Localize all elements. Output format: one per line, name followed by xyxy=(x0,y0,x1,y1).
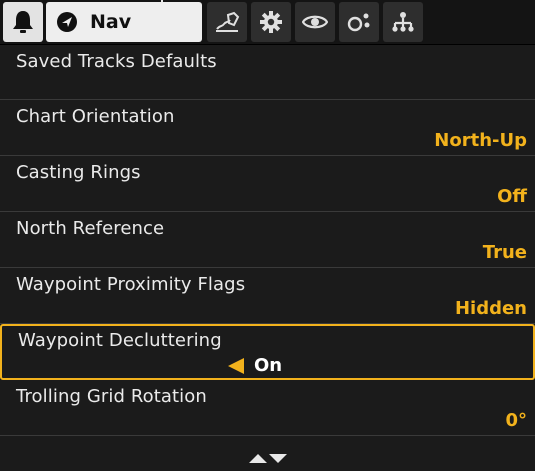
menu-item-value: North-Up xyxy=(434,130,527,151)
scroll-arrows-icon[interactable] xyxy=(0,445,535,471)
menu-item-title: Saved Tracks Defaults xyxy=(16,51,217,72)
network-icon xyxy=(347,13,370,32)
menu-item-value: On xyxy=(254,355,283,376)
selected-value[interactable]: On xyxy=(228,355,282,376)
navigation-arrow-icon xyxy=(57,12,77,32)
menu-item-value: 0° xyxy=(505,410,527,431)
tab-nav[interactable]: Nav xyxy=(46,2,202,42)
screen: Nav Saved Tracks Defaults Chart Orientat… xyxy=(0,0,535,471)
tab-nav-label: Nav xyxy=(90,11,132,33)
eye-icon xyxy=(302,15,328,29)
menu-item-waypoint-proximity-flags[interactable]: Waypoint Proximity Flags Hidden xyxy=(0,268,535,324)
menu-item-title: Chart Orientation xyxy=(16,106,175,127)
tab-chart[interactable] xyxy=(207,2,247,42)
menu-list: Saved Tracks Defaults Chart Orientation … xyxy=(0,45,535,436)
menu-item-north-reference[interactable]: North Reference True xyxy=(0,212,535,268)
left-arrow-icon[interactable] xyxy=(228,357,244,374)
gear-icon xyxy=(260,11,282,33)
menu-item-casting-rings[interactable]: Casting Rings Off xyxy=(0,156,535,212)
tab-bar: Nav xyxy=(0,0,535,45)
menu-item-value: Hidden xyxy=(454,298,527,319)
menu-item-title: Waypoint Proximity Flags xyxy=(16,274,246,295)
tree-icon xyxy=(392,12,414,32)
menu-item-trolling-grid-rotation[interactable]: Trolling Grid Rotation 0° xyxy=(0,380,535,436)
menu-item-title: Trolling Grid Rotation xyxy=(16,386,207,407)
scroll-down-icon[interactable] xyxy=(268,453,287,463)
scroll-up-icon[interactable] xyxy=(248,453,267,463)
menu-item-value: Off xyxy=(497,186,527,207)
tab-network[interactable] xyxy=(339,2,379,42)
menu-item-title: Casting Rings xyxy=(16,162,141,183)
tab-accessories[interactable] xyxy=(383,2,423,42)
menu-item-chart-orientation[interactable]: Chart Orientation North-Up xyxy=(0,100,535,156)
chart-icon xyxy=(216,11,240,32)
menu-item-value: True xyxy=(482,242,527,263)
tab-alarm[interactable] xyxy=(3,2,43,42)
tab-settings[interactable] xyxy=(251,2,291,42)
menu-item-title: Waypoint Decluttering xyxy=(18,330,222,351)
menu-item-title: North Reference xyxy=(16,218,165,239)
menu-item-waypoint-decluttering[interactable]: Waypoint Decluttering On xyxy=(0,324,535,380)
tab-views[interactable] xyxy=(295,2,335,42)
menu-item-saved-tracks-defaults[interactable]: Saved Tracks Defaults xyxy=(0,45,535,100)
bell-icon xyxy=(13,11,33,33)
